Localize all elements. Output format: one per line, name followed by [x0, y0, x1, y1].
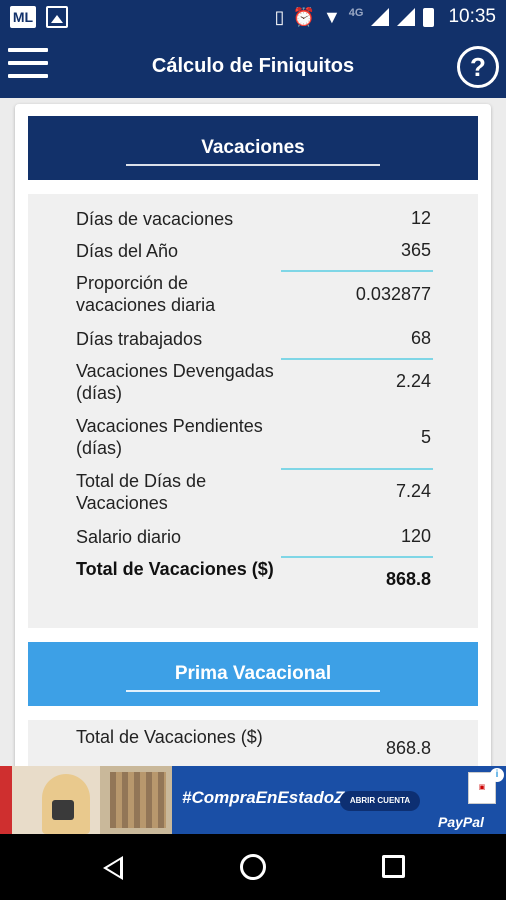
row-separator: [281, 468, 433, 470]
row-label: Salario diario: [76, 527, 182, 547]
ad-hashtag: #CompraEnEstadoZen: [182, 788, 365, 807]
results-card: Vacaciones Días de vacaciones 12 Días de…: [15, 104, 491, 766]
network-type-label: 4G: [348, 7, 364, 19]
row-label: Total de Vacaciones ($): [76, 727, 263, 747]
row-label: Proporción de vacaciones diaria: [76, 273, 216, 315]
content-scroll[interactable]: Vacaciones Días de vacaciones 12 Días de…: [0, 98, 506, 766]
ad-mug: [52, 800, 74, 820]
image-notification-icon: [46, 6, 68, 28]
row-label: Días de vacaciones: [76, 209, 234, 229]
ad-brand-logo: PayPal: [438, 814, 484, 830]
row-value: 120: [400, 526, 431, 546]
recent-apps-icon[interactable]: [382, 855, 405, 878]
header-underline: [126, 164, 380, 166]
app-bar: Cálculo de Finiquitos ?: [0, 36, 506, 98]
row-value: 5: [420, 427, 431, 447]
vacaciones-header: Vacaciones: [28, 116, 478, 180]
system-nav-bar: [0, 834, 506, 900]
signal-icon: [371, 8, 390, 26]
row-label: Vacaciones Pendientes (días): [76, 416, 263, 458]
row-label: Días trabajados: [76, 329, 203, 349]
status-bar: ML ▯ ⏰ ▼ 4G 10:35: [0, 0, 506, 36]
ad-banner[interactable]: #CompraEnEstadoZen ABRIR CUENTA ▣ i PayP…: [0, 766, 506, 834]
prima-vacacional-title: Prima Vacacional: [174, 663, 332, 684]
row-value: 868.8: [385, 569, 431, 589]
ad-open-account-button[interactable]: ABRIR CUENTA: [340, 791, 420, 811]
prima-vacacional-header: Prima Vacacional: [28, 642, 478, 706]
row-label: Días del Año: [76, 241, 179, 261]
home-icon[interactable]: [240, 854, 266, 880]
row-value: 68: [410, 328, 431, 348]
app-notification-icon: ML: [10, 6, 36, 28]
vibrate-icon: ▯: [274, 7, 285, 27]
row-label: Total de Vacaciones ($): [76, 559, 274, 579]
prima-vacacional-body: Total de Vacaciones ($) 868.8: [28, 720, 478, 766]
row-separator: [281, 358, 433, 360]
vacaciones-body: Días de vacaciones 12 Días del Año 365 P…: [28, 194, 478, 628]
row-separator: [281, 556, 433, 558]
row-value: 2.24: [395, 371, 431, 391]
alarm-icon: ⏰: [292, 7, 315, 27]
ad-info-icon[interactable]: i: [490, 768, 504, 782]
row-label: Vacaciones Devengadas (días): [76, 361, 274, 403]
header-underline: [126, 690, 380, 692]
row-label: Total de Días de Vacaciones: [76, 471, 207, 513]
wifi-icon: ▼: [322, 7, 341, 27]
row-value: 7.24: [395, 481, 431, 501]
clock: 10:35: [448, 6, 496, 27]
row-value: 12: [410, 208, 431, 228]
row-value: 365: [400, 240, 431, 260]
ad-bookshelf: [110, 772, 166, 828]
page-title: Cálculo de Finiquitos: [151, 55, 355, 77]
battery-icon: [423, 7, 435, 27]
row-separator: [281, 270, 433, 272]
signal-icon-2: [397, 8, 416, 26]
ad-photo: [0, 766, 172, 834]
row-value: 868.8: [385, 738, 431, 758]
back-icon[interactable]: [103, 856, 123, 880]
help-button[interactable]: ?: [457, 46, 499, 88]
vacaciones-title: Vacaciones: [201, 137, 305, 158]
row-value: 0.032877: [355, 284, 431, 304]
